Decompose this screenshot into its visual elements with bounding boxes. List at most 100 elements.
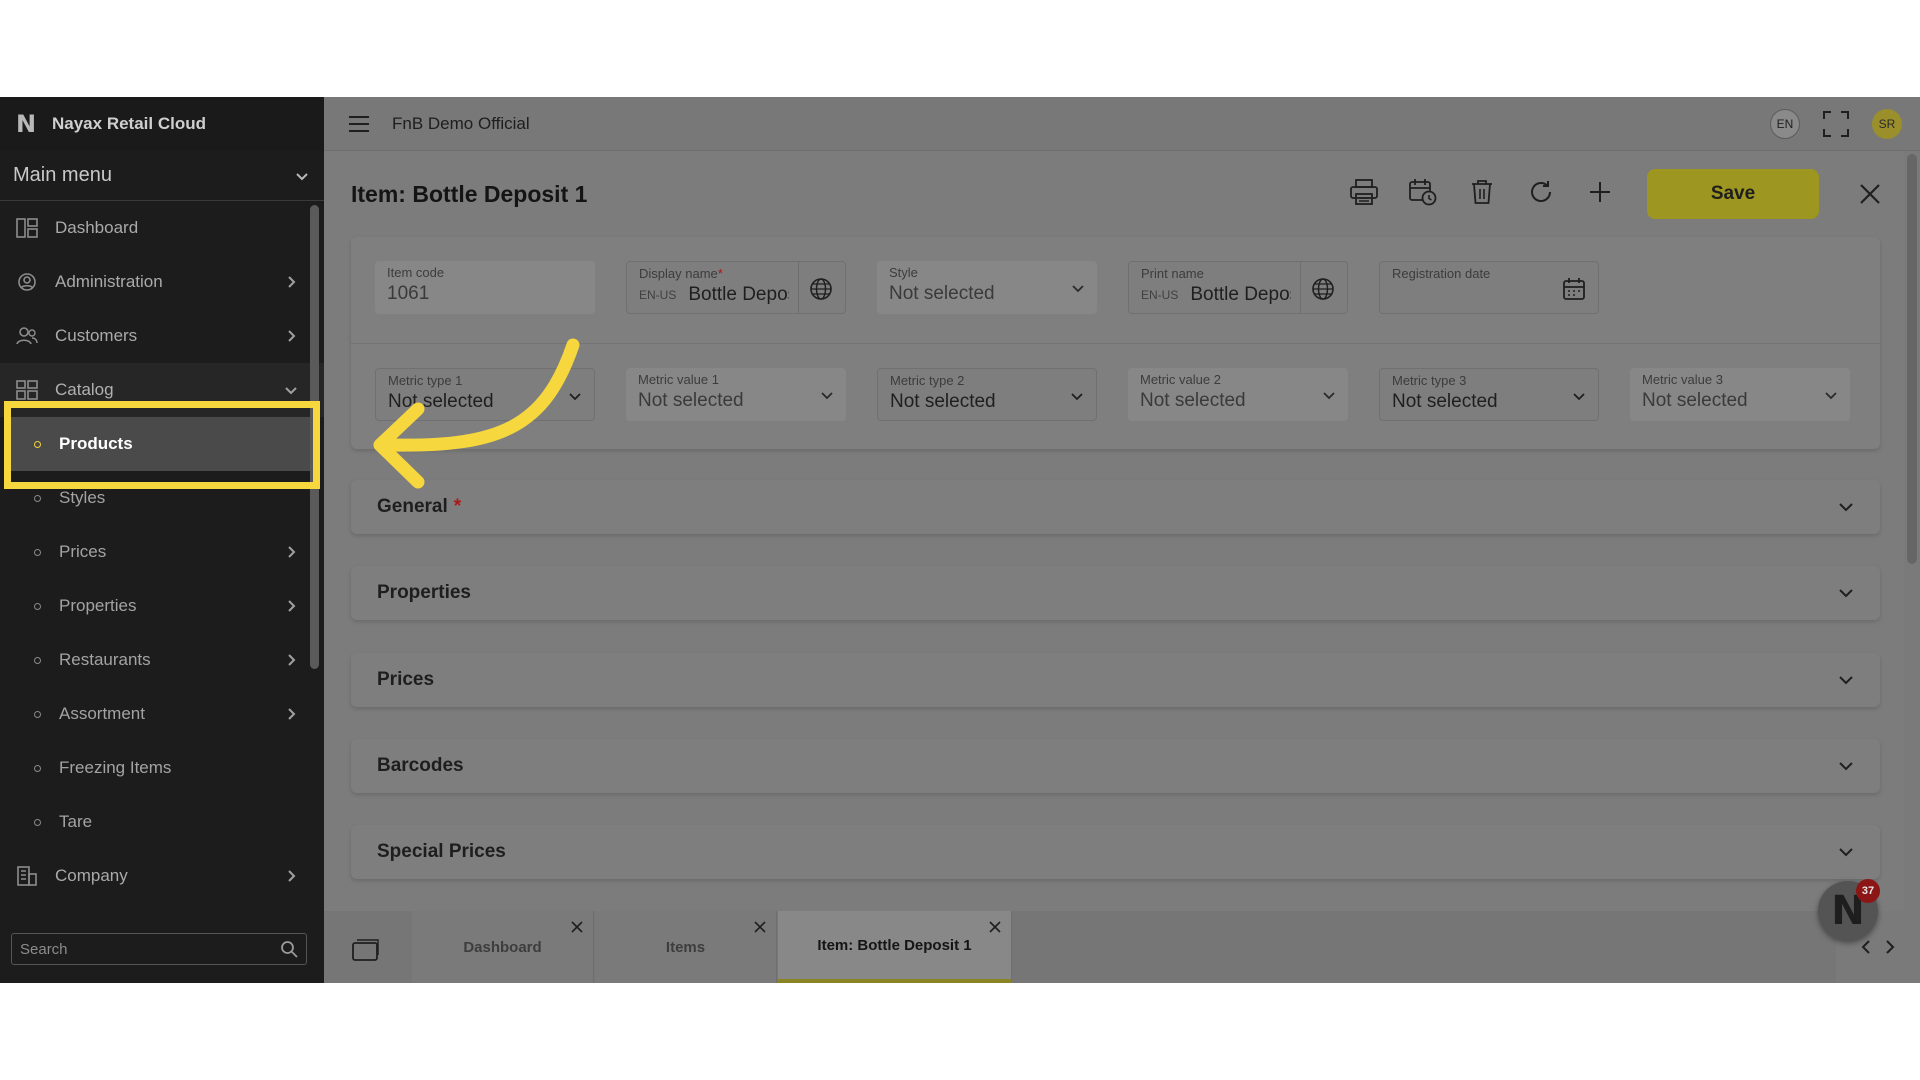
hamburger-menu-icon[interactable] [348,115,370,133]
tab-items[interactable]: Items [595,911,777,983]
fullscreen-icon[interactable] [1822,110,1850,138]
sidebar-subitem-assortment[interactable]: Assortment [0,687,324,741]
chevron-right-icon[interactable] [1883,939,1897,955]
metric-type-2-select[interactable]: Metric type 2 Not selected [877,368,1097,421]
content-scrollbar[interactable] [1904,151,1920,983]
section-prices[interactable]: Prices [351,653,1880,707]
section-title: Prices [377,669,435,690]
chevron-down-icon [821,392,833,400]
sidebar-item-label: Catalog [55,380,114,399]
section-barcodes[interactable]: Barcodes [351,739,1880,793]
registration-date-field[interactable]: Registration date [1379,261,1599,314]
sidebar-subitem-label: Styles [59,488,106,507]
sidebar-subitem-label: Freezing Items [59,758,172,777]
close-tab-icon[interactable] [754,921,766,933]
divider [798,262,799,313]
trash-icon[interactable] [1467,177,1497,207]
sidebar-subitem-tare[interactable]: Tare [0,795,324,849]
sidebar-item-label: Company [55,866,128,885]
print-name-field[interactable]: Print name EN-US Bottle Deposit 1 [1128,261,1348,314]
products-highlight-box [4,401,320,489]
sidebar-subitem-label: Assortment [59,704,145,723]
sidebar-search-input[interactable]: Search [11,933,307,965]
customers-icon [15,324,39,348]
sidebar-subitem-properties[interactable]: Properties [0,579,324,633]
section-title: General * [377,496,1838,518]
metric-type-2-value: Not selected [890,391,996,412]
item-code-field[interactable]: Item code 1061 [375,261,595,314]
metric-value-2-select[interactable]: Metric value 2 Not selected [1128,368,1348,421]
sidebar-item-administration[interactable]: Administration [0,255,324,309]
calendar-icon[interactable] [1562,277,1586,301]
close-tab-icon[interactable] [571,921,583,933]
print-name-value: Bottle Deposit 1 [1190,284,1291,305]
brand[interactable]: N Nayax Retail Cloud [0,97,324,151]
app-window: N Nayax Retail Cloud Main menu Dashboard… [0,97,1920,983]
metric-type-3-select[interactable]: Metric type 3 Not selected [1379,368,1599,421]
page-title: Item: Bottle Deposit 1 [351,181,588,207]
tab-item-bottle-deposit[interactable]: Item: Bottle Deposit 1 [778,911,1012,983]
globe-icon[interactable] [1311,277,1335,301]
metric-value-1-label: Metric value 1 [638,372,719,387]
schedule-icon[interactable] [1408,177,1438,207]
metric-value-3-label: Metric value 3 [1642,372,1723,387]
language-switcher[interactable]: EN [1770,109,1800,139]
metric-type-1-select[interactable]: Metric type 1 Not selected [375,368,595,421]
sidebar-item-company[interactable]: Company [0,849,324,903]
add-icon[interactable] [1585,177,1615,207]
chevron-down-icon [1839,676,1853,685]
chevron-right-icon [288,546,296,558]
chevron-right-icon [288,330,296,342]
chevron-left-icon[interactable] [1859,939,1873,955]
chevron-down-icon [1573,393,1585,401]
refresh-icon[interactable] [1526,177,1556,207]
display-name-field[interactable]: Display name* EN-US Bottle Deposit 1 [626,261,846,314]
chevron-down-icon [1839,503,1853,512]
chevron-right-icon [288,600,296,612]
chevron-down-icon [569,393,581,401]
sidebar-subitem-restaurants[interactable]: Restaurants [0,633,324,687]
chevron-right-icon [288,654,296,666]
sidebar-item-label: Dashboard [55,218,139,237]
item-toolbar [1349,167,1615,217]
sidebar-item-customers[interactable]: Customers [0,309,324,363]
print-name-value-row: EN-US Bottle Deposit 1 [1141,284,1291,306]
dashboard-icon [15,216,39,240]
metric-type-1-value: Not selected [388,391,494,412]
scrollbar-thumb[interactable] [1907,154,1917,564]
bullet-icon [34,494,41,502]
save-button[interactable]: Save [1647,169,1819,219]
close-tab-icon[interactable] [989,921,1001,933]
sidebar-subitem-freezing-items[interactable]: Freezing Items [0,741,324,795]
required-marker: * [717,266,723,281]
main-menu-toggle[interactable]: Main menu [0,151,324,201]
metric-value-2-label: Metric value 2 [1140,372,1221,387]
chevron-right-icon [288,870,296,882]
display-name-value-row: EN-US Bottle Deposit 1 [639,284,789,306]
sidebar-subitem-label: Prices [59,542,107,561]
section-general[interactable]: General * [351,480,1880,534]
tab-bar: Dashboard Items Item: Bottle Deposit 1 [324,911,1920,983]
close-icon[interactable] [1857,181,1883,207]
print-name-label: Print name [1141,266,1204,281]
windows-icon[interactable] [352,939,380,961]
sidebar-item-dashboard[interactable]: Dashboard [0,201,324,255]
chevron-down-icon [1323,392,1335,400]
main-content: Item: Bottle Deposit 1 Save Item code 10… [324,151,1920,983]
sidebar-subitem-prices[interactable]: Prices [0,525,324,579]
metric-value-3-select[interactable]: Metric value 3 Not selected [1630,368,1850,421]
metric-value-2-value: Not selected [1140,390,1246,411]
print-icon[interactable] [1349,177,1379,207]
metric-value-1-select[interactable]: Metric value 1 Not selected [626,368,846,421]
section-title: Special Prices [377,841,506,862]
user-avatar[interactable]: SR [1872,109,1902,139]
section-special-prices[interactable]: Special Prices [351,825,1880,879]
tab-dashboard[interactable]: Dashboard [412,911,594,983]
section-properties[interactable]: Properties [351,566,1880,620]
globe-icon[interactable] [809,277,833,301]
display-name-label-text: Display name [639,266,718,281]
style-select[interactable]: Style Not selected [877,261,1097,314]
style-value: Not selected [889,283,995,304]
chevron-down-icon [1839,848,1853,857]
search-icon[interactable] [280,940,298,958]
